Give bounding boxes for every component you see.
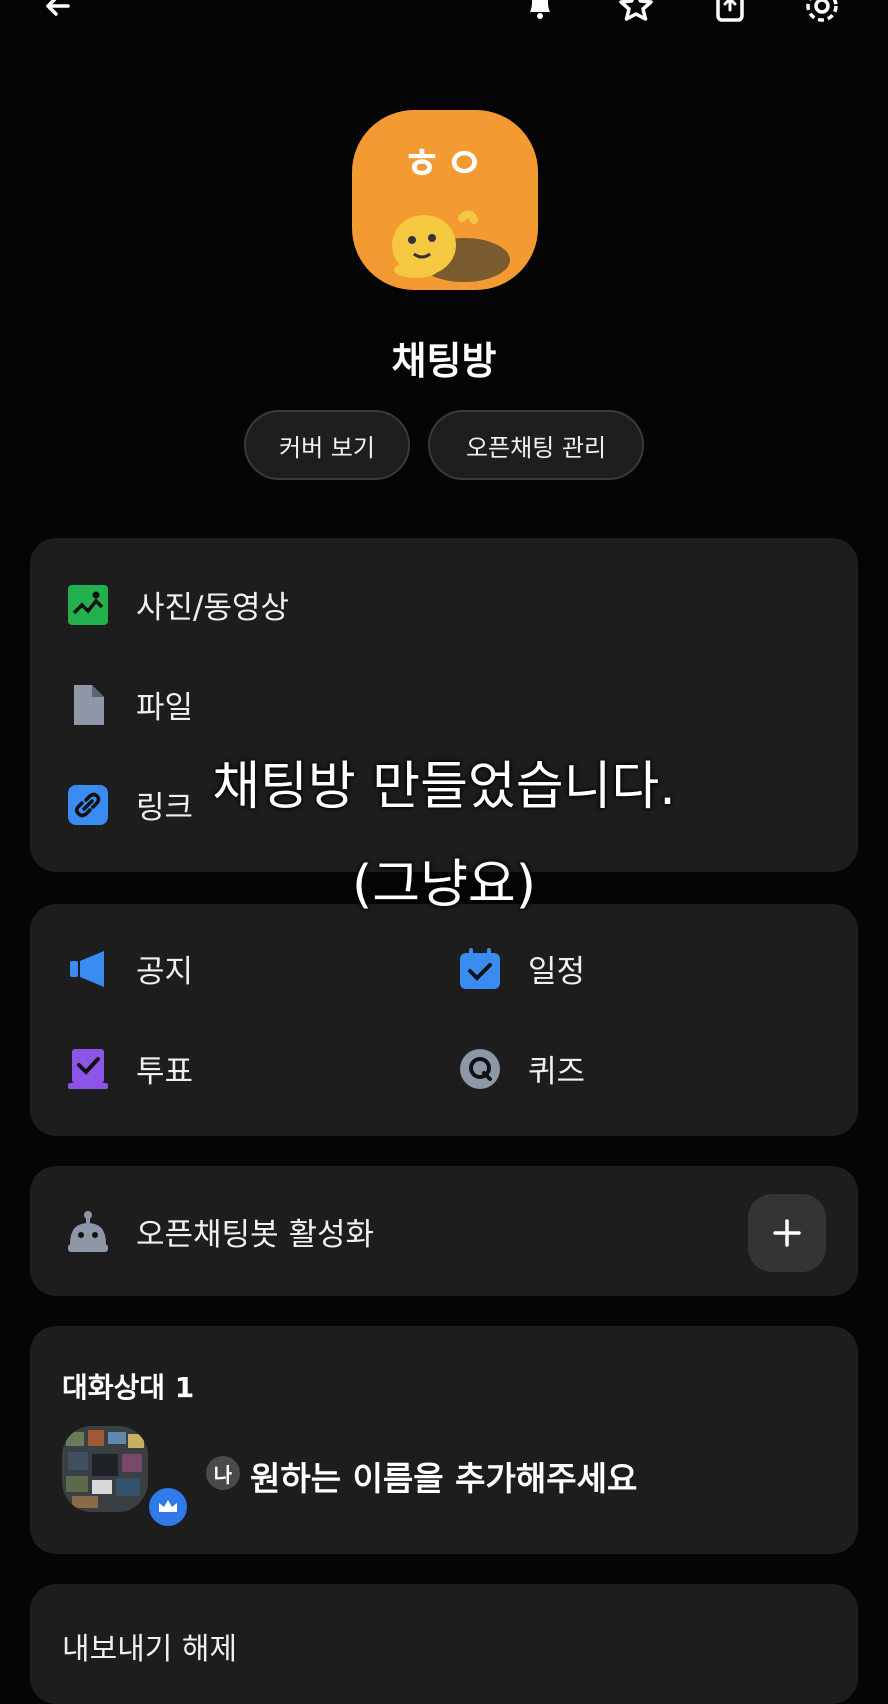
bot-icon	[66, 1210, 110, 1254]
me-badge: 나	[206, 1456, 240, 1490]
chatroom-title: 채팅방	[391, 339, 497, 383]
calendar-icon	[458, 947, 502, 991]
top-bar	[0, 0, 888, 40]
overlay-caption-line-1: 채팅방 만들었습니다.	[212, 757, 676, 817]
bell-icon[interactable]	[520, 0, 560, 26]
openchat-bot-card: 오픈채팅봇 활성화	[30, 1166, 858, 1296]
vote-row[interactable]: 투표	[66, 1046, 193, 1091]
export-card: 내보내기 해제	[30, 1584, 858, 1704]
quiz-label: 퀴즈	[528, 1054, 586, 1090]
overlay-caption-line-2: (그냥요)	[351, 855, 537, 915]
crown-icon	[145, 1484, 191, 1530]
view-cover-button[interactable]: 커버 보기	[244, 410, 410, 480]
character-illustration-icon	[392, 210, 510, 282]
schedule-label: 일정	[528, 954, 586, 990]
openchat-bot-row[interactable]: 오픈채팅봇 활성화	[66, 1209, 374, 1254]
export-disable-row[interactable]: 내보내기 해제	[62, 1624, 237, 1668]
add-bot-button[interactable]	[748, 1194, 826, 1272]
vote-label: 투표	[136, 1054, 194, 1090]
megaphone-icon	[66, 947, 110, 991]
member-name[interactable]: 원하는 이름을 추가해주세요	[250, 1452, 637, 1500]
photos-videos-label: 사진/동영상	[136, 590, 290, 626]
back-arrow-icon[interactable]	[40, 0, 80, 26]
share-icon[interactable]	[710, 0, 750, 26]
files-row[interactable]: 파일	[66, 682, 193, 727]
photo-icon	[66, 583, 110, 627]
vote-icon	[66, 1047, 110, 1091]
manage-openchat-button[interactable]: 오픈채팅 관리	[428, 410, 644, 480]
members-card: 대화상대 1 나 원하는 이름을 추가해주세요	[30, 1326, 858, 1554]
notice-row[interactable]: 공지	[66, 946, 193, 991]
overlay-caption: 채팅방 만들었습니다. (그냥요)	[0, 738, 888, 934]
quiz-icon	[458, 1047, 502, 1091]
files-label: 파일	[136, 690, 194, 726]
members-title: 대화상대 1	[62, 1371, 195, 1404]
schedule-row[interactable]: 일정	[458, 946, 585, 991]
quiz-row[interactable]: 퀴즈	[458, 1046, 585, 1091]
gear-icon[interactable]	[802, 0, 842, 26]
file-icon	[66, 683, 110, 727]
notice-label: 공지	[136, 954, 194, 990]
avatar[interactable]	[62, 1426, 148, 1512]
tools-card: 공지 일정 투표 퀴즈	[30, 904, 858, 1136]
openchat-bot-label: 오픈채팅봇 활성화	[136, 1217, 375, 1253]
photos-videos-row[interactable]: 사진/동영상	[66, 582, 289, 627]
chatroom-profile-image[interactable]: ㅎㅇ	[352, 110, 538, 290]
plus-icon	[773, 1219, 801, 1247]
export-disable-label: 내보내기 해제	[62, 1632, 238, 1667]
star-icon[interactable]	[616, 0, 656, 26]
